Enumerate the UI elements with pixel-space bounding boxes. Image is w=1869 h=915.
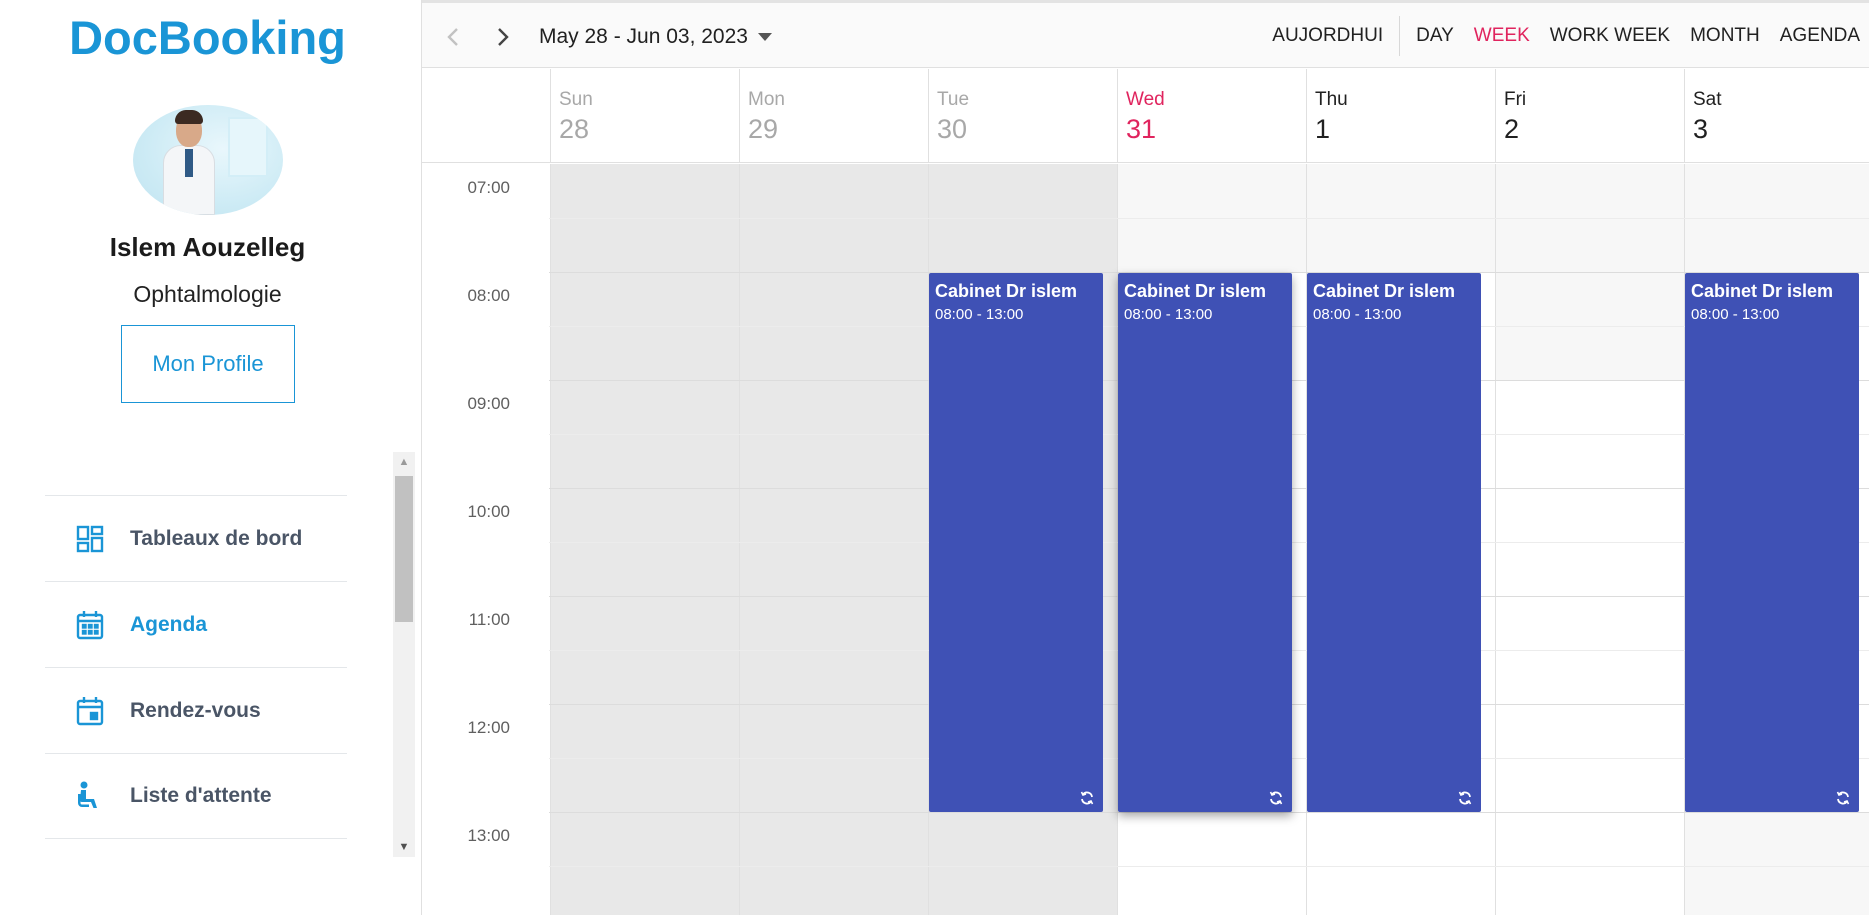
event-title: Cabinet Dr islem [1124,281,1267,301]
recurrence-icon [1080,791,1094,805]
doctor-avatar [133,105,283,215]
day-header-fri[interactable]: Fri 2 [1495,69,1684,163]
doctor-specialty: Ophtalmologie [133,281,282,307]
event-title: Cabinet Dr islem [1313,281,1456,301]
day-name: Wed [1126,89,1165,110]
view-month[interactable]: MONTH [1680,25,1770,47]
time-label: 07:00 [467,178,510,197]
day-header-sat[interactable]: Sat 3 [1684,69,1869,163]
day-column-mon[interactable] [739,164,928,915]
appointment-event[interactable]: Cabinet Dr islem 08:00 - 13:00 [929,273,1103,812]
event-title: Cabinet Dr islem [1691,281,1834,301]
event-time: 08:00 - 13:00 [1124,306,1213,323]
time-label: 09:00 [467,394,510,413]
day-column-sun[interactable] [550,164,739,915]
dashboard-icon [70,522,110,556]
recurrence-icon [1458,791,1472,805]
sidebar-item-label: Liste d'attente [130,784,272,807]
sidebar: DocBooking Islem Aouzelleg Ophtalmologie… [0,0,420,915]
sidebar-item-waiting-list[interactable]: Liste d'attente [45,753,347,839]
chevron-right-icon [498,28,509,46]
chevron-left-icon [447,28,458,46]
sidebar-item-label: Agenda [130,612,208,636]
day-name: Sat [1693,89,1722,110]
appointment-event[interactable]: Cabinet Dr islem 08:00 - 13:00 [1685,273,1859,812]
recurrence-icon [1269,791,1283,805]
day-number: 2 [1504,114,1520,144]
sidebar-scrollbar[interactable]: ▲ ▼ [393,452,415,857]
day-name: Mon [748,89,785,110]
day-header-sun[interactable]: Sun 28 [550,69,739,163]
date-range-picker[interactable]: May 28 - Jun 03, 2023 [539,25,748,49]
calendar-icon [70,608,110,642]
day-number: 31 [1126,114,1157,144]
doctor-name: Islem Aouzelleg [109,232,306,262]
sidebar-item-dashboard[interactable]: Tableaux de bord [45,495,347,581]
app-logo[interactable]: DocBooking [0,10,415,65]
day-number: 29 [748,114,779,144]
view-work-week[interactable]: WORK WEEK [1540,25,1680,47]
day-name: Tue [937,89,970,110]
previous-week-button[interactable] [435,19,471,55]
day-number: 1 [1315,114,1331,144]
view-week[interactable]: WEEK [1464,25,1540,47]
sidebar-menu: Tableaux de bord Agenda Rendez-vous List… [45,495,347,839]
next-week-button[interactable] [485,19,521,55]
scheduler: May 28 - Jun 03, 2023 AUJORDHUI DAY WEEK… [421,0,1869,915]
scroll-up-arrow-icon[interactable]: ▲ [393,452,415,472]
caret-down-icon[interactable] [758,33,772,41]
time-column: 07:00 08:00 09:00 10:00 11:00 12:00 13:00 [422,164,549,915]
day-header-wed[interactable]: Wed 31 [1117,69,1306,163]
time-label: 13:00 [467,826,510,845]
scheduler-toolbar: May 28 - Jun 03, 2023 AUJORDHUI DAY WEEK… [422,3,1869,68]
time-label: 12:00 [467,718,510,737]
event-title: Cabinet Dr islem [935,281,1078,301]
week-grid: 07:00 08:00 09:00 10:00 11:00 12:00 13:00 Cabi… [422,164,1869,915]
day-name: Sun [559,89,593,110]
day-number: 30 [937,114,968,144]
day-header-thu[interactable]: Thu 1 [1306,69,1495,163]
event-time: 08:00 - 13:00 [1691,306,1780,323]
my-profile-button[interactable]: Mon Profile [121,325,295,403]
appointment-event[interactable]: Cabinet Dr islem 08:00 - 13:00 [1307,273,1481,812]
sidebar-item-label: Tableaux de bord [130,526,303,550]
time-label: 10:00 [467,502,510,521]
appointment-event[interactable]: Cabinet Dr islem 08:00 - 13:00 [1118,273,1292,812]
recurrence-icon [1836,791,1850,805]
today-button[interactable]: AUJORDHUI [1262,25,1393,47]
day-name: Thu [1315,89,1348,110]
day-name: Fri [1504,89,1527,110]
sidebar-item-appointments[interactable]: Rendez-vous [45,667,347,753]
day-header-row: Sun 28 Mon 29 Tue 30 Wed 31 Thu 1 Fri 2 Sat 3 [422,69,1869,163]
day-number: 28 [559,114,590,144]
time-label: 08:00 [467,286,510,305]
day-number: 3 [1693,114,1709,144]
calendar-event-icon [70,694,110,728]
view-agenda[interactable]: AGENDA [1770,25,1869,47]
day-header-tue[interactable]: Tue 30 [928,69,1117,163]
waiting-seat-icon [70,779,110,813]
day-header-mon[interactable]: Mon 29 [739,69,928,163]
event-time: 08:00 - 13:00 [935,306,1024,323]
view-day[interactable]: DAY [1406,25,1464,47]
day-column-fri[interactable] [1495,164,1684,915]
scrollbar-thumb[interactable] [395,476,413,622]
sidebar-item-label: Rendez-vous [130,698,261,722]
sidebar-item-agenda[interactable]: Agenda [45,581,347,667]
event-time: 08:00 - 13:00 [1313,306,1402,323]
view-switcher: AUJORDHUI DAY WEEK WORK WEEK MONTH AGEND… [1262,3,1869,68]
time-label: 11:00 [468,610,510,629]
scroll-down-arrow-icon[interactable]: ▼ [393,837,415,857]
